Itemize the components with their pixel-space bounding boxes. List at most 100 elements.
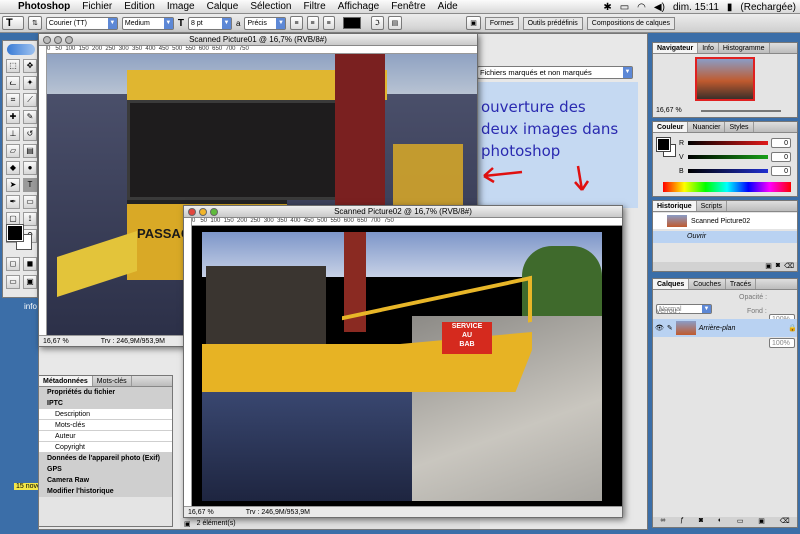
menu-aide[interactable]: Aide xyxy=(432,1,464,12)
meta-row[interactable]: Propriétés du fichier xyxy=(39,387,172,398)
link-icon[interactable]: ∞ xyxy=(660,517,665,527)
meta-row[interactable]: Données de l'appareil photo (Exif) xyxy=(39,453,172,464)
tab-calques[interactable]: Calques xyxy=(653,279,690,289)
blur-tool-icon[interactable]: ◆ xyxy=(6,161,20,175)
mask-icon[interactable]: ◙ xyxy=(699,517,703,527)
layer-style-icon[interactable]: ƒ xyxy=(680,517,684,527)
text-color-swatch[interactable] xyxy=(342,17,361,29)
folder-icon[interactable]: ▭ xyxy=(737,517,744,527)
browser-filter-select[interactable]: Fichiers marqués et non marqués ▼ xyxy=(477,66,633,79)
adjustment-icon[interactable]: ◐ xyxy=(718,517,722,527)
tab-mots-cles[interactable]: Mots-clés xyxy=(93,376,132,386)
display-icon[interactable]: ▭ xyxy=(620,2,629,13)
pen-tool-icon[interactable]: ✒ xyxy=(6,195,20,209)
font-size-select[interactable]: 8 pt ▼ xyxy=(187,16,232,30)
color-spectrum[interactable] xyxy=(663,182,791,192)
tab-historique[interactable]: Historique xyxy=(653,201,697,211)
desktop-label-info[interactable]: info xyxy=(24,302,37,311)
history-brush-icon[interactable]: ↺ xyxy=(23,127,37,141)
wifi-icon[interactable]: ◠ xyxy=(637,2,646,13)
menu-affichage[interactable]: Affichage xyxy=(332,1,386,12)
tab-scripts[interactable]: Scripts xyxy=(697,201,728,211)
trash-icon[interactable]: ⌫ xyxy=(780,517,790,527)
text-orientation-button[interactable]: ⇅ xyxy=(28,16,42,30)
tab-styles[interactable]: Styles xyxy=(725,122,754,132)
magic-wand-icon[interactable]: ✦ xyxy=(23,76,37,90)
menu-image[interactable]: Image xyxy=(161,1,201,12)
eraser-tool-icon[interactable]: ▱ xyxy=(6,144,20,158)
history-state-row[interactable]: Ouvrir xyxy=(653,231,797,243)
fullscreen-mode-icon[interactable]: ▣ xyxy=(23,275,37,289)
healing-brush-icon[interactable]: ✚ xyxy=(6,110,20,124)
tab-metadonnees[interactable]: Métadonnées xyxy=(39,376,93,386)
stamp-tool-icon[interactable]: ⊥ xyxy=(6,127,20,141)
type-tool-icon[interactable]: T xyxy=(23,178,37,192)
lasso-tool-icon[interactable]: ᓚ xyxy=(6,76,20,90)
navigator-zoom[interactable]: 16,67 % xyxy=(656,107,682,114)
new-document-icon[interactable]: ▣ xyxy=(765,262,772,271)
well-tab-formes[interactable]: Formes xyxy=(484,16,519,30)
tab-nuancier[interactable]: Nuancier xyxy=(688,122,726,132)
zoom-icon[interactable] xyxy=(65,36,73,44)
brush-tool-icon[interactable]: ✎ xyxy=(23,110,37,124)
navigator-thumbnail[interactable] xyxy=(695,57,755,101)
tab-couleur[interactable]: Couleur xyxy=(653,122,689,132)
battery-icon[interactable]: ▮ xyxy=(727,2,733,13)
snapshot-icon[interactable]: ◙ xyxy=(776,262,780,271)
doc2-canvas[interactable]: SERVICE AU BAB xyxy=(192,226,622,508)
menu-fichier[interactable]: Fichier xyxy=(76,1,118,12)
doc1-zoom[interactable]: 16,67 % xyxy=(43,338,69,345)
align-right-button[interactable]: ≡ xyxy=(322,16,335,30)
doc2-zoom[interactable]: 16,67 % xyxy=(188,509,214,516)
file-browser-button[interactable]: ▣ xyxy=(466,16,481,30)
doc2-title-bar[interactable]: Scanned Picture02 @ 16,7% (RVB/8#) xyxy=(184,206,622,218)
meta-row[interactable]: Modifier l'historique xyxy=(39,486,172,497)
menu-clock[interactable]: dim. 15:11 xyxy=(673,2,719,13)
minimize-icon[interactable] xyxy=(199,208,207,216)
crop-tool-icon[interactable]: ⌗ xyxy=(6,93,20,107)
font-family-select[interactable]: Courier (TT) ▼ xyxy=(45,16,118,30)
channel-slider-v[interactable] xyxy=(688,155,768,159)
tab-couches[interactable]: Couches xyxy=(689,279,726,289)
eyedropper-icon[interactable]: ⟟ xyxy=(23,212,37,226)
menu-filtre[interactable]: Filtre xyxy=(297,1,331,12)
channel-value-v[interactable]: 0 xyxy=(771,152,791,162)
foreground-color-swatch[interactable] xyxy=(6,224,24,242)
path-select-icon[interactable]: ➤ xyxy=(6,178,20,192)
minimize-icon[interactable] xyxy=(54,36,62,44)
marquee-tool-icon[interactable]: ⬚ xyxy=(6,59,20,73)
channel-slider-b[interactable] xyxy=(688,169,768,173)
well-tab-compositions[interactable]: Compositions de calques xyxy=(586,16,676,30)
text-tool-preset-button[interactable]: T xyxy=(2,16,24,30)
close-icon[interactable] xyxy=(43,36,51,44)
brush-icon[interactable]: ✎ xyxy=(667,324,673,332)
history-snapshot[interactable]: Scanned Picture02 xyxy=(653,213,797,229)
layer-row[interactable]: 👁 ✎ Arrière-plan 🔒 xyxy=(653,319,797,337)
menu-calque[interactable]: Calque xyxy=(201,1,245,12)
new-layer-icon[interactable]: ▣ xyxy=(758,517,765,527)
menu-selection[interactable]: Sélection xyxy=(244,1,297,12)
well-tab-outils-predefinis[interactable]: Outils prédéfinis xyxy=(522,16,583,30)
notes-tool-icon[interactable]: ▢ xyxy=(6,212,20,226)
tab-info[interactable]: Info xyxy=(698,43,719,53)
quickmask-icon[interactable]: ◻ xyxy=(6,257,20,271)
align-left-button[interactable]: ≡ xyxy=(290,16,303,30)
color-fg-swatch[interactable] xyxy=(656,137,671,152)
channel-slider-r[interactable] xyxy=(688,141,768,145)
align-center-button[interactable]: ≡ xyxy=(306,16,319,30)
screen-mode-icon[interactable]: ▭ xyxy=(6,275,20,289)
volume-icon[interactable]: ◀) xyxy=(654,2,665,13)
shape-tool-icon[interactable]: ▭ xyxy=(23,195,37,209)
bluetooth-icon[interactable]: ✱ xyxy=(603,2,611,13)
doc1-title-bar[interactable]: Scanned Picture01 @ 16,7% (RVB/8#) xyxy=(39,34,477,46)
close-icon[interactable] xyxy=(188,208,196,216)
browser-view-icon[interactable]: ▣ xyxy=(184,520,191,528)
fill-field[interactable]: 100% xyxy=(769,338,795,348)
eye-icon[interactable]: 👁 xyxy=(655,324,664,332)
zoom-icon[interactable] xyxy=(210,208,218,216)
tab-traces[interactable]: Tracés xyxy=(726,279,757,289)
menu-edition[interactable]: Edition xyxy=(118,1,161,12)
gradient-tool-icon[interactable]: ▤ xyxy=(23,144,37,158)
menu-app-name[interactable]: Photoshop xyxy=(12,1,76,12)
trash-icon[interactable]: ⌫ xyxy=(784,262,794,271)
